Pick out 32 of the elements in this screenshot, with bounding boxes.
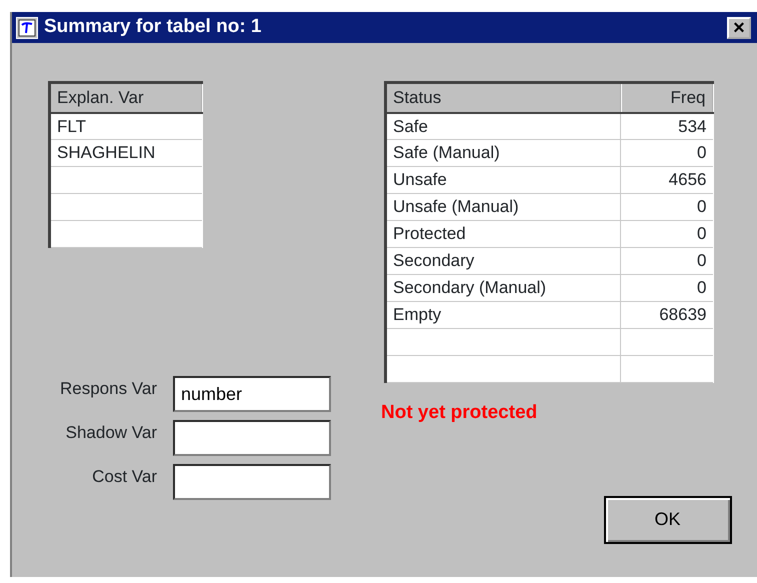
table-cell: Unsafe <box>386 166 620 194</box>
column-header[interactable]: Explan. Var <box>50 82 202 112</box>
input-field[interactable] <box>173 464 331 500</box>
table-cell: 0 <box>620 194 712 220</box>
table-cell: 534 <box>620 112 712 140</box>
table-cell: Empty <box>386 302 620 328</box>
app-icon <box>16 16 38 38</box>
table-cell: FLT <box>50 112 202 140</box>
field-label: Respons Var <box>58 378 157 400</box>
column-header[interactable]: Freq <box>620 82 712 112</box>
ok-button[interactable]: OK <box>604 496 732 544</box>
field-label: Cost Var <box>91 466 157 488</box>
table-cell: Safe <box>386 112 620 140</box>
table-cell: 68639 <box>620 302 712 328</box>
table-cell: SHAGHELIN <box>50 140 202 166</box>
table-cell: 0 <box>620 248 712 274</box>
status-message: Not yet protected <box>381 401 538 425</box>
close-button[interactable]: × <box>727 16 751 38</box>
window-title: Summary for tabel no: 1 <box>44 15 262 40</box>
table-cell: Safe (Manual) <box>386 140 620 166</box>
input-field[interactable] <box>173 420 331 456</box>
table-cell: Unsafe (Manual) <box>386 194 620 220</box>
table-cell: Secondary (Manual) <box>386 274 620 302</box>
field-label: Shadow Var <box>64 422 157 444</box>
table-cell: 0 <box>620 274 712 302</box>
input-field[interactable]: number <box>173 376 331 412</box>
column-header[interactable]: Status <box>386 82 620 112</box>
table-cell: 4656 <box>620 166 712 194</box>
table-cell: 0 <box>620 220 712 248</box>
table-cell: Secondary <box>386 248 620 274</box>
table-cell: 0 <box>620 140 712 166</box>
table-cell: Protected <box>386 220 620 248</box>
